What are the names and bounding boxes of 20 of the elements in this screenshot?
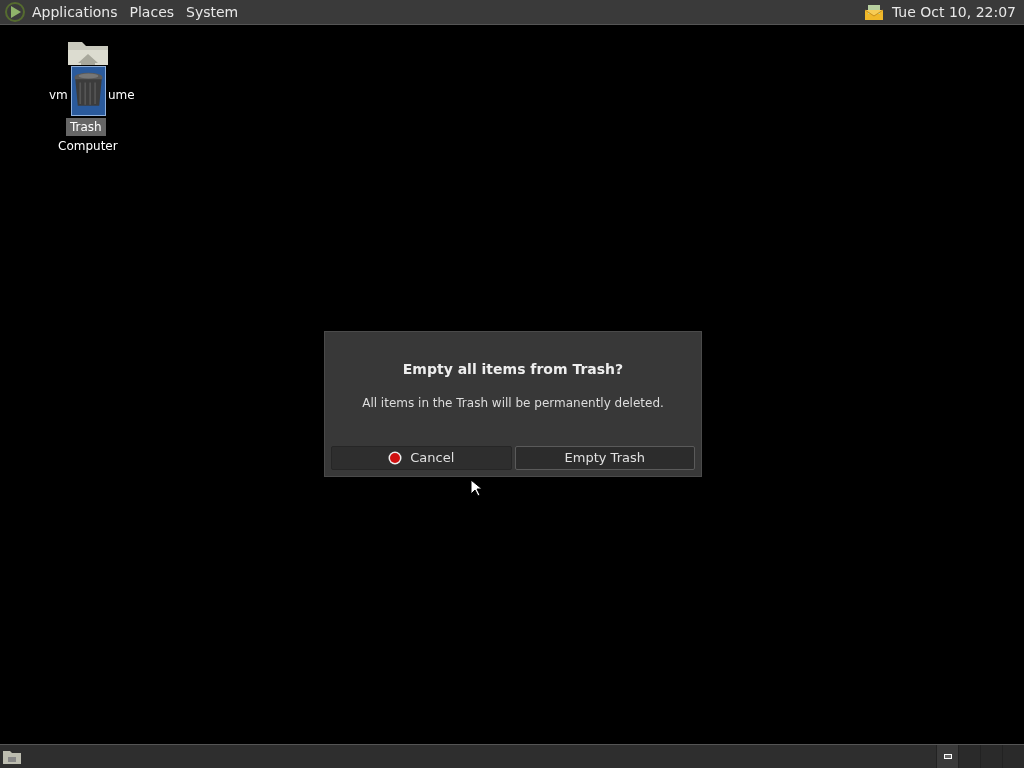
dialog-title: Empty all items from Trash? bbox=[402, 360, 624, 379]
cancel-button[interactable]: Cancel bbox=[331, 446, 512, 470]
icon-label: Computer bbox=[58, 138, 118, 155]
workspace[interactable] bbox=[936, 745, 958, 768]
panel-menu[interactable]: Places bbox=[123, 1, 181, 23]
panel-menu[interactable]: System bbox=[180, 1, 245, 23]
icon-label: Trash bbox=[66, 118, 106, 136]
stop-icon bbox=[388, 451, 403, 465]
app-menu-logo-icon[interactable] bbox=[4, 1, 26, 23]
window-thumbnail-icon bbox=[943, 754, 952, 759]
mouse-pointer-icon bbox=[470, 479, 482, 497]
trash-icon[interactable] bbox=[71, 66, 106, 116]
icon-label: ume bbox=[108, 87, 135, 104]
panel-menu[interactable]: Applications bbox=[26, 1, 124, 23]
clock[interactable]: Tue Oct 10, 22:07 bbox=[891, 1, 1020, 23]
mail-envelope-icon[interactable] bbox=[863, 3, 884, 21]
empty-trash-button[interactable]: Empty Trash bbox=[514, 446, 695, 470]
dialog-message: All items in the Trash will be permanently deleted. bbox=[362, 395, 664, 412]
icon-label: vm bbox=[49, 87, 68, 104]
show-desktop-icon[interactable] bbox=[2, 748, 22, 765]
